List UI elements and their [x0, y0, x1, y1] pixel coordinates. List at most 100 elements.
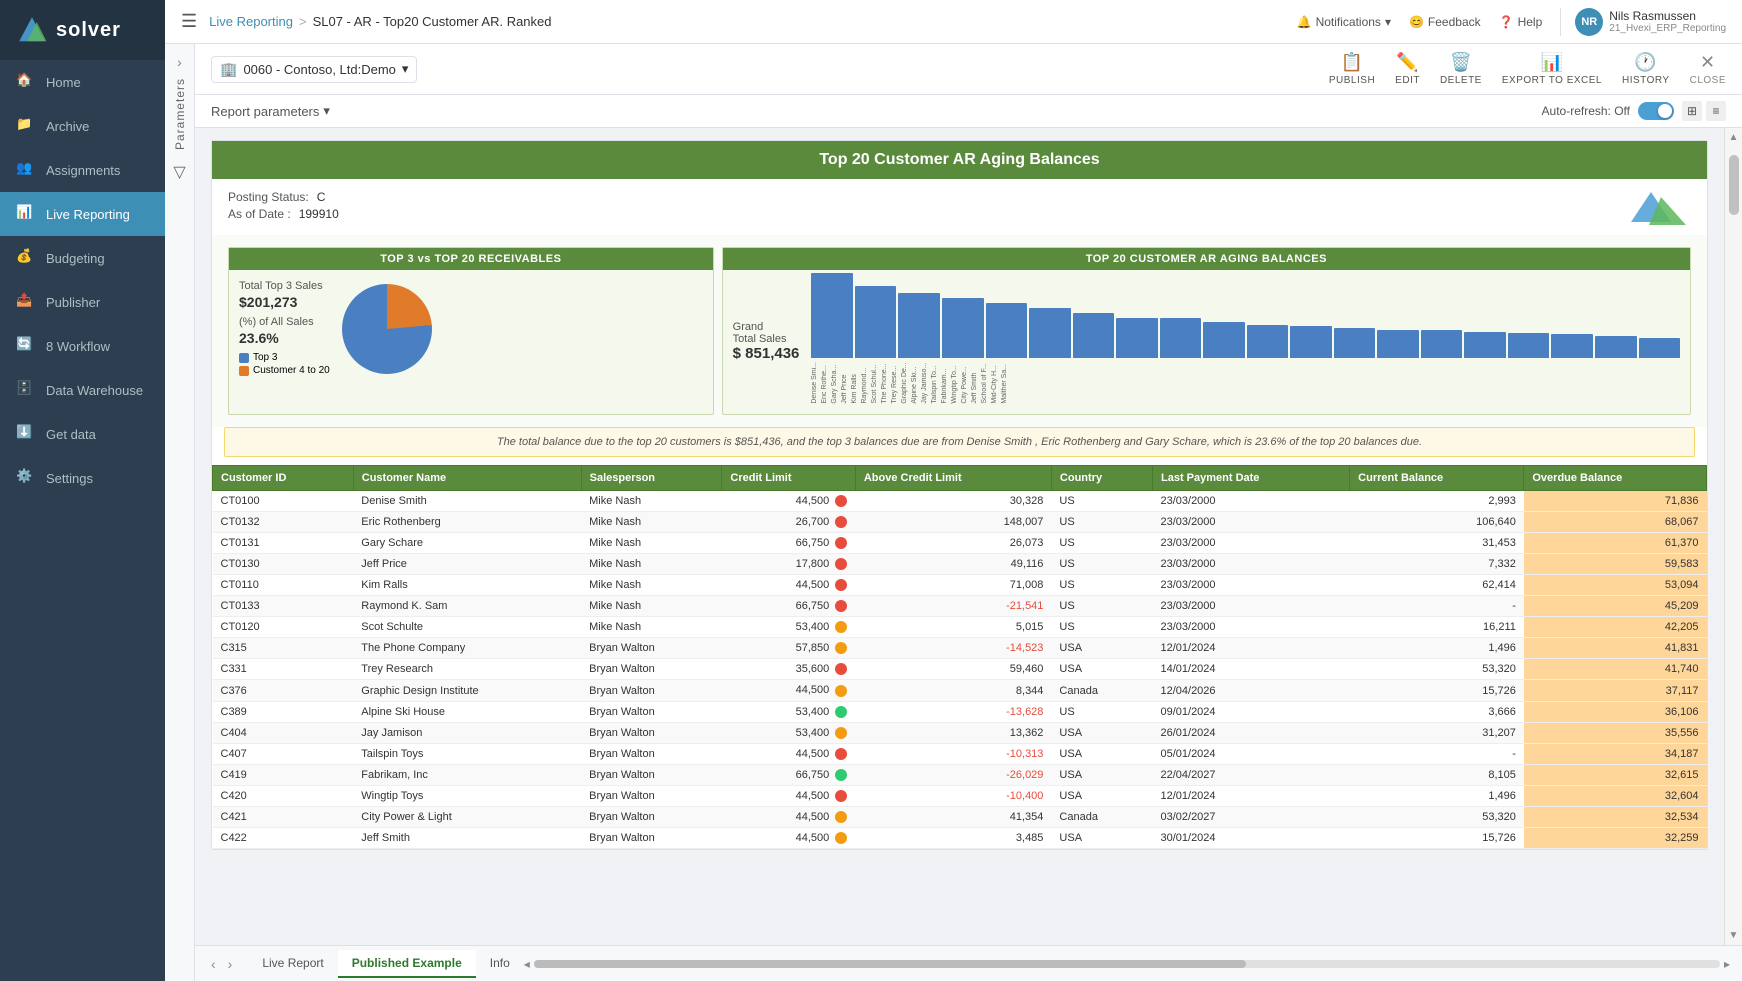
cell-above-credit: 3,485: [855, 828, 1051, 849]
meta-info: Posting Status: C As of Date : 199910: [228, 190, 339, 224]
scroll-down-arrow[interactable]: ▼: [1725, 926, 1742, 945]
feedback-button[interactable]: 😊 Feedback: [1409, 15, 1481, 29]
export-excel-button[interactable]: 📊 EXPORT TO EXCEL: [1502, 52, 1602, 86]
scroll-up-arrow[interactable]: ▲: [1725, 128, 1742, 147]
company-dropdown-icon: ▾: [402, 61, 409, 77]
scroll-thumb-area[interactable]: [1729, 147, 1739, 926]
cell-name: Kim Ralls: [353, 575, 581, 596]
bar-item: [1639, 338, 1681, 358]
report-scrollbar[interactable]: ▲ ▼: [1724, 128, 1742, 945]
sidebar-item-data-warehouse[interactable]: 🗄️ Data Warehouse: [0, 368, 165, 412]
report-area: 🏢 0060 - Contoso, Ltd:Demo ▾ 📋 PUBLISH ✏…: [195, 44, 1742, 981]
cell-above-credit: -26,029: [855, 764, 1051, 785]
notifications-button[interactable]: 🔔 Notifications ▾: [1297, 15, 1391, 29]
bar-label: Jeff Price: [841, 362, 849, 404]
publish-label: PUBLISH: [1329, 75, 1375, 86]
filter-icon[interactable]: ▽: [173, 162, 185, 182]
sidebar-item-budgeting[interactable]: 💰 Budgeting: [0, 236, 165, 280]
history-button[interactable]: 🕐 HISTORY: [1622, 52, 1670, 86]
params-chevron-icon[interactable]: ›: [177, 54, 182, 70]
tab-published-example[interactable]: Published Example: [338, 950, 476, 978]
tab-info[interactable]: Info: [476, 950, 524, 978]
edit-label: EDIT: [1395, 75, 1420, 86]
table-header: Customer ID Customer Name Salesperson Cr…: [213, 465, 1707, 490]
breadcrumb-root[interactable]: Live Reporting: [209, 14, 293, 29]
cell-credit: 44,500: [722, 785, 855, 806]
bar-chart-container: Denise Smi...Eric Rothe...Gary Scha...Je…: [811, 280, 1680, 404]
cell-sales: Bryan Walton: [581, 743, 722, 764]
cell-country: USA: [1051, 659, 1152, 680]
sidebar-item-settings[interactable]: ⚙️ Settings: [0, 456, 165, 500]
chart1-stats: Total Top 3 Sales $201,273 (%) of All Sa…: [239, 280, 330, 378]
posting-status-value: C: [317, 190, 326, 204]
assignments-icon: 👥: [16, 160, 36, 180]
table-row: CT0100 Denise Smith Mike Nash 44,500 30,…: [213, 490, 1707, 511]
posting-status-label: Posting Status:: [228, 190, 309, 204]
cell-above-credit: 13,362: [855, 722, 1051, 743]
grid-view-icon[interactable]: ⊞: [1682, 101, 1702, 121]
close-button[interactable]: ✕ CLOSE: [1690, 52, 1726, 86]
cell-id: C407: [213, 743, 354, 764]
chart2-content: Grand Total Sales $ 851,436 Denise Smi..…: [723, 270, 1690, 414]
hscroll-track[interactable]: [534, 960, 1720, 968]
cell-id: C420: [213, 785, 354, 806]
cell-date: 23/03/2000: [1152, 532, 1349, 553]
cell-above-credit: -10,313: [855, 743, 1051, 764]
topbar: ☰ Live Reporting > SL07 - AR - Top20 Cus…: [165, 0, 1742, 44]
hamburger-icon[interactable]: ☰: [181, 11, 197, 32]
cell-date: 22/04/2027: [1152, 764, 1349, 785]
cell-credit: 66,750: [722, 596, 855, 617]
autorefresh-toggle[interactable]: [1638, 102, 1674, 120]
scroll-thumb[interactable]: [1729, 155, 1739, 215]
bar-item: [942, 298, 984, 358]
tab-live-report[interactable]: Live Report: [248, 950, 337, 978]
sidebar-item-label-get-data: Get data: [46, 427, 96, 442]
cell-above-credit: -13,628: [855, 701, 1051, 722]
cell-current: 7,332: [1350, 553, 1524, 574]
publish-button[interactable]: 📋 PUBLISH: [1329, 52, 1375, 86]
tab-left-arrow[interactable]: ‹: [207, 954, 220, 974]
edit-icon: ✏️: [1396, 52, 1419, 73]
bar-item: [811, 273, 853, 358]
company-name: 0060 - Contoso, Ltd:Demo: [243, 62, 395, 77]
sidebar-item-workflow[interactable]: 🔄 8 Workflow: [0, 324, 165, 368]
bar-item: [1116, 318, 1158, 358]
sidebar-item-publisher[interactable]: 📤 Publisher: [0, 280, 165, 324]
bar-label: Scot Schul...: [871, 362, 879, 404]
report-params-label[interactable]: Report parameters ▾: [211, 103, 330, 119]
table-view-icon[interactable]: ≡: [1706, 101, 1726, 121]
cell-overdue: 68,067: [1524, 511, 1707, 532]
sidebar-item-assignments[interactable]: 👥 Assignments: [0, 148, 165, 192]
tab-navigation: ‹ ›: [207, 954, 236, 974]
table-row: CT0110 Kim Ralls Mike Nash 44,500 71,008…: [213, 575, 1707, 596]
edit-button[interactable]: ✏️ EDIT: [1395, 52, 1420, 86]
delete-button[interactable]: 🗑️ DELETE: [1440, 52, 1482, 86]
parameters-sidebar: › Parameters ▽: [165, 44, 195, 981]
chart1-content: Total Top 3 Sales $201,273 (%) of All Sa…: [229, 270, 713, 388]
sidebar-item-live-reporting[interactable]: 📊 Live Reporting: [0, 192, 165, 236]
publisher-icon: 📤: [16, 292, 36, 312]
company-selector[interactable]: 🏢 0060 - Contoso, Ltd:Demo ▾: [211, 56, 417, 83]
cell-name: Raymond K. Sam: [353, 596, 581, 617]
sidebar-item-home[interactable]: 🏠 Home: [0, 60, 165, 104]
hscroll-right[interactable]: ▸: [1724, 957, 1730, 971]
pct-label: (%) of All Sales: [239, 316, 330, 328]
parameters-label[interactable]: Parameters: [173, 78, 187, 150]
pie-chart-visual: [342, 284, 432, 374]
user-area[interactable]: NR Nils Rasmussen 21_Hvexi_ERP_Reporting: [1560, 8, 1726, 36]
cell-date: 12/04/2026: [1152, 680, 1349, 701]
cell-sales: Mike Nash: [581, 553, 722, 574]
cell-date: 23/03/2000: [1152, 553, 1349, 574]
hscroll-left[interactable]: ◂: [524, 957, 530, 971]
cell-date: 09/01/2024: [1152, 701, 1349, 722]
cell-date: 14/01/2024: [1152, 659, 1349, 680]
sidebar-item-archive[interactable]: 📁 Archive: [0, 104, 165, 148]
help-button[interactable]: ❓ Help: [1499, 15, 1543, 29]
th-salesperson: Salesperson: [581, 465, 722, 490]
sidebar-item-get-data[interactable]: ⬇️ Get data: [0, 412, 165, 456]
cell-credit: 53,400: [722, 701, 855, 722]
th-credit-limit: Credit Limit: [722, 465, 855, 490]
topbar-actions: 🔔 Notifications ▾ 😊 Feedback ❓ Help NR N…: [1297, 8, 1726, 36]
tab-right-arrow[interactable]: ›: [224, 954, 237, 974]
autorefresh-area: Auto-refresh: Off ⊞ ≡: [1542, 101, 1726, 121]
